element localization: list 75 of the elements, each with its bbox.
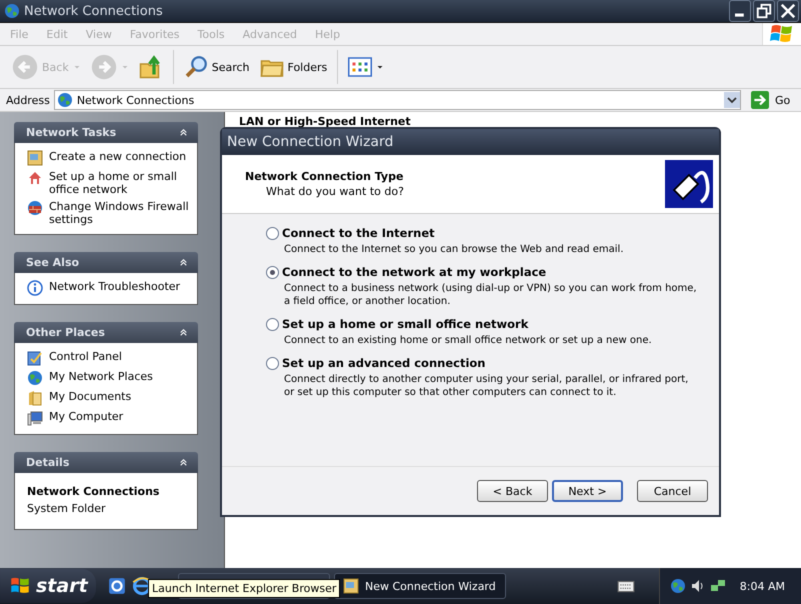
task-link[interactable]: Change Windows Firewall settings	[49, 200, 193, 226]
network-globe-icon[interactable]	[670, 578, 686, 594]
wizard-window-icon	[343, 578, 359, 594]
dialog-title-bar: New Connection Wizard	[222, 129, 719, 155]
panel-title: Network Tasks	[26, 126, 116, 139]
task-link[interactable]: Control Panel	[49, 350, 122, 363]
close-icon[interactable]	[777, 0, 799, 22]
option-description: Connect to a business network (using dial-up or VPN) so you can work from home, a field office, or another location.	[283, 282, 698, 308]
radio-button[interactable]	[266, 318, 279, 330]
panel-title: See Also	[26, 256, 80, 269]
radio-option[interactable]: Set up a home or small office network	[266, 317, 699, 331]
search-button[interactable]: Search	[180, 53, 254, 81]
panel-header[interactable]: See Also	[14, 252, 198, 273]
tooltip: Launch Internet Explorer Browser	[148, 579, 340, 598]
window-title: Network Connections	[24, 4, 164, 18]
radio-option[interactable]: Connect to the network at my workplace	[266, 265, 699, 279]
address-label: Address	[6, 94, 50, 106]
globe-icon	[27, 370, 43, 386]
start-button[interactable]: start	[0, 569, 96, 603]
panel-header[interactable]: Network Tasks	[14, 122, 198, 143]
dialog-button[interactable]: Cancel	[637, 480, 708, 502]
collapse-chevron-icon[interactable]	[178, 127, 189, 138]
panel-header[interactable]: Other Places	[14, 322, 198, 343]
clock: 8:04 AM	[740, 580, 785, 592]
flag-logo-icon	[10, 576, 30, 596]
network-cable-icon	[665, 160, 713, 208]
option-description: Connect to the Internet so you can browse the Web and read email.	[283, 243, 625, 256]
folder-icon	[27, 390, 43, 406]
network-computers-icon[interactable]	[710, 578, 726, 594]
dropdown-caret-icon	[72, 63, 81, 71]
radio-button[interactable]	[266, 266, 279, 278]
page-subheading: What do you want to do?	[265, 184, 404, 198]
views-icon	[348, 55, 372, 79]
radio-option[interactable]: Connect to the Internet	[266, 226, 699, 240]
flag-logo-icon	[762, 23, 801, 45]
task-link[interactable]: Set up a home or small office network	[49, 170, 193, 196]
brick-wall-icon	[27, 200, 43, 216]
dialog-button[interactable]: < Back	[477, 480, 548, 502]
dialog-button[interactable]: Next >	[552, 480, 623, 502]
option-description: Connect directly to another computer using your serial, parallel, or infrared port, or set up this computer so that other computers can connect to it.	[283, 373, 690, 399]
radio-button[interactable]	[266, 356, 279, 370]
house-icon	[27, 170, 43, 186]
address-field[interactable]: Network Connections	[54, 90, 741, 110]
radio-button[interactable]	[266, 226, 279, 240]
task-link[interactable]: Create a new connection	[49, 150, 186, 163]
group-heading: LAN or High-Speed Internet	[239, 115, 412, 128]
task-link[interactable]: Network Troubleshooter	[49, 280, 180, 293]
go-button[interactable]: Go	[745, 90, 801, 110]
task-link[interactable]: My Documents	[49, 390, 132, 403]
info-icon	[27, 280, 43, 296]
page-heading: Network Connection Type	[245, 170, 404, 183]
go-arrow-icon	[751, 91, 769, 109]
details-type: System Folder	[27, 502, 107, 517]
dropdown-caret-icon	[120, 63, 129, 71]
restore-icon[interactable]	[753, 0, 775, 22]
details-name: Network Connections	[27, 484, 160, 498]
control-panel-icon	[27, 350, 43, 366]
panel-title: Other Places	[26, 326, 105, 339]
folders-button[interactable]: Folders	[256, 53, 332, 81]
globe-icon	[4, 3, 20, 19]
panel-title: Details	[26, 456, 70, 469]
globe-icon	[56, 92, 73, 108]
option-description: Connect to an existing home or small office network or set up a new one.	[283, 334, 653, 347]
collapse-chevron-icon[interactable]	[178, 457, 189, 468]
dropdown-caret-icon	[376, 63, 384, 71]
search-icon	[184, 55, 208, 79]
collapse-chevron-icon[interactable]	[178, 257, 189, 268]
collapse-chevron-icon[interactable]	[178, 327, 189, 338]
computer-icon	[27, 410, 43, 426]
panel-header[interactable]: Details	[14, 452, 198, 473]
minimize-icon[interactable]	[729, 0, 751, 22]
connection-icon	[27, 150, 43, 166]
task-link[interactable]: My Computer	[49, 410, 124, 423]
task-link[interactable]: My Network Places	[49, 370, 153, 383]
radio-option[interactable]: Set up an advanced connection	[266, 356, 699, 370]
